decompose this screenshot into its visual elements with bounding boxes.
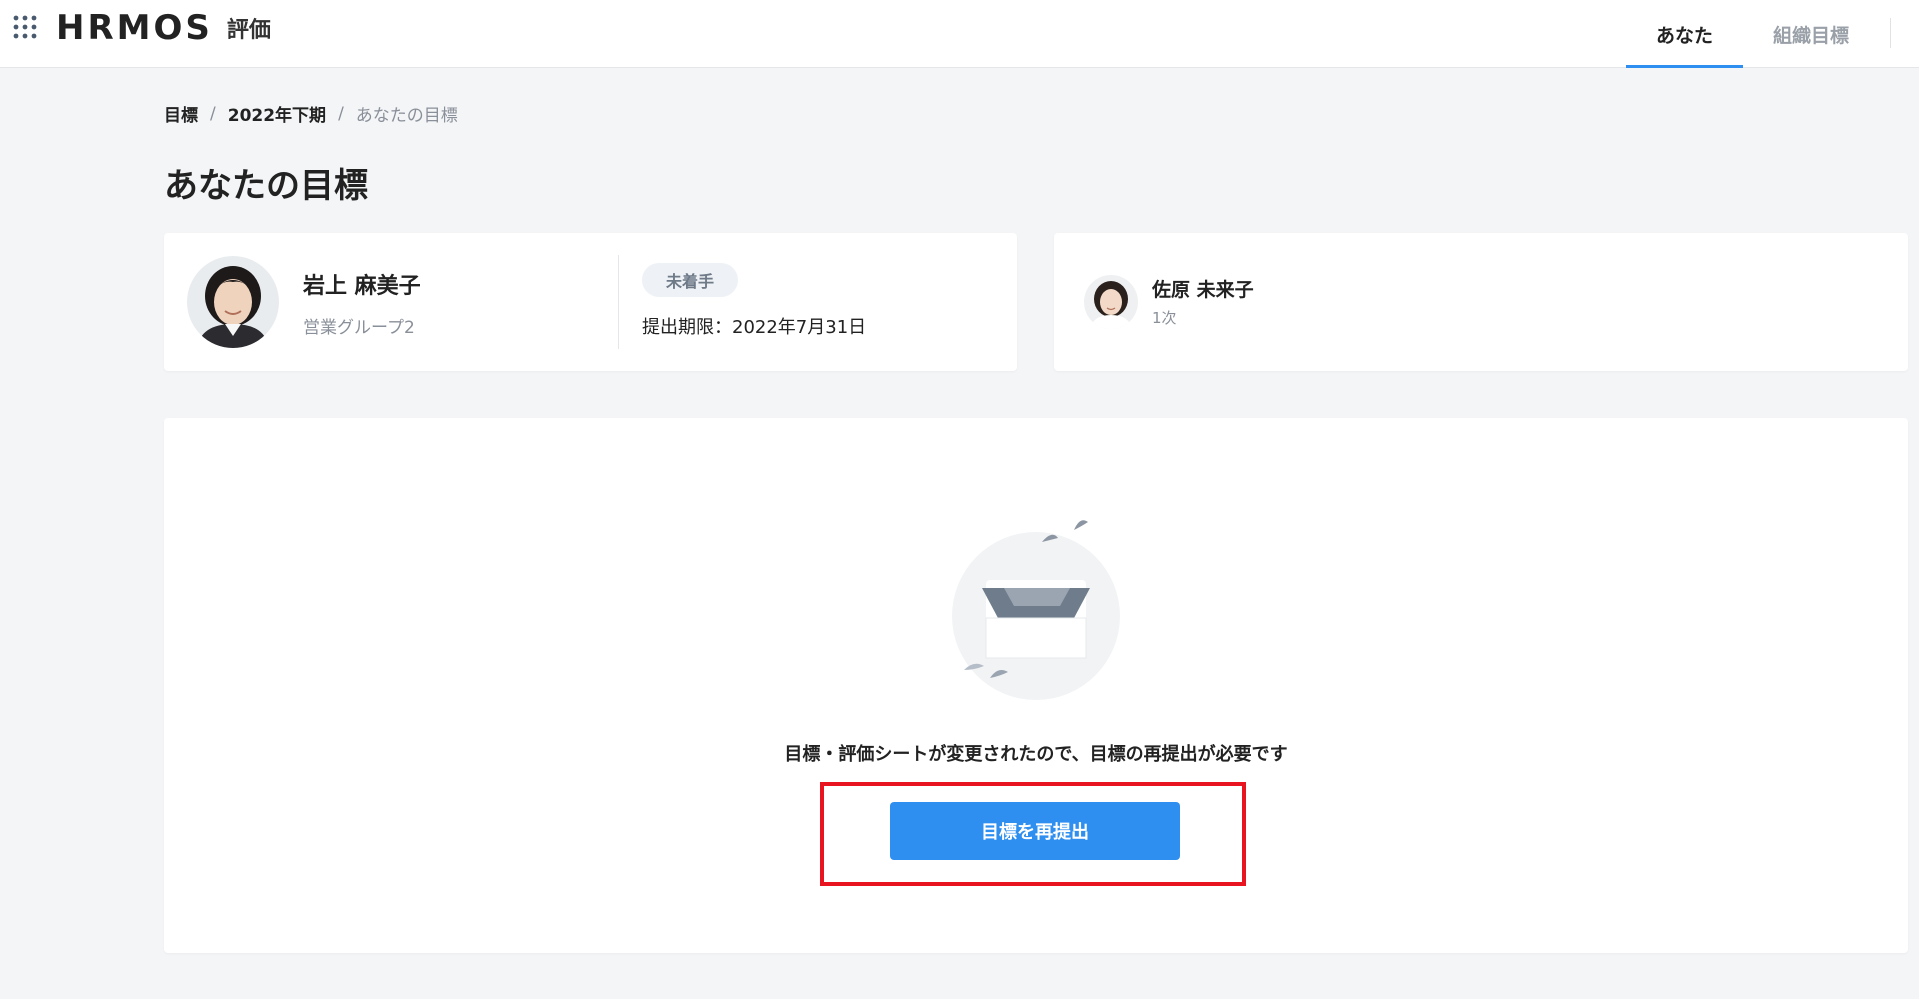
user-avatar	[187, 256, 279, 348]
resubmit-panel: 目標・評価シートが変更されたので、目標の再提出が必要です 目標を再提出	[164, 418, 1908, 953]
empty-inbox-icon	[952, 520, 1120, 700]
logo-text: HRMOS	[56, 8, 213, 48]
user-department: 営業グループ2	[303, 318, 415, 338]
page-title: あなたの目標	[164, 166, 368, 206]
tab-you-label: あなた	[1655, 24, 1713, 47]
app-header: HRMOS 評価 あなた 組織目標	[0, 0, 1919, 68]
breadcrumb-goals[interactable]: 目標	[164, 101, 198, 126]
evaluator-avatar	[1084, 275, 1138, 329]
evaluator-name: 佐原 未来子	[1152, 279, 1254, 301]
header-nav: あなた 組織目標	[1625, 0, 1879, 68]
evaluator-card: 佐原 未来子 1次	[1054, 233, 1908, 371]
card-divider	[618, 255, 619, 349]
user-card: 岩上 麻美子 営業グループ2 未着手 提出期限：2022年7月31日	[164, 233, 1017, 371]
header-divider	[1890, 18, 1891, 48]
breadcrumb-separator: /	[210, 103, 216, 124]
user-name: 岩上 麻美子	[303, 274, 421, 299]
breadcrumb-period[interactable]: 2022年下期	[228, 101, 326, 126]
tab-org-goals-label: 組織目標	[1772, 24, 1849, 47]
breadcrumb-current: あなたの目標	[355, 106, 458, 126]
status-badge: 未着手	[642, 263, 739, 297]
resubmit-goals-button[interactable]: 目標を再提出	[890, 802, 1180, 860]
resubmit-message: 目標・評価シートが変更されたので、目標の再提出が必要です	[784, 744, 1288, 765]
evaluator-step: 1次	[1152, 309, 1177, 327]
apps-grid-icon[interactable]	[12, 14, 38, 40]
tab-org-goals[interactable]: 組織目標	[1743, 0, 1879, 68]
breadcrumb: 目標 / 2022年下期 / あなたの目標	[164, 101, 458, 127]
product-name: 評価	[226, 18, 271, 43]
tab-you[interactable]: あなた	[1625, 0, 1744, 68]
breadcrumb-separator: /	[338, 103, 344, 124]
app-logo[interactable]: HRMOS 評価	[56, 8, 271, 48]
submission-deadline: 提出期限：2022年7月31日	[642, 317, 867, 338]
